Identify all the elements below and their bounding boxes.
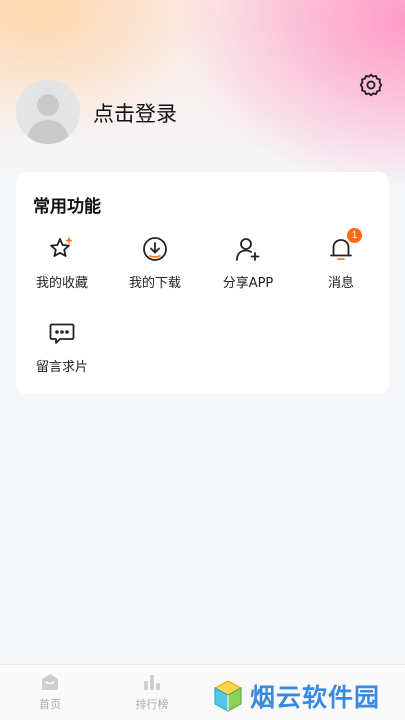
add-user-icon: [233, 234, 263, 264]
share-app-label: 分享APP: [222, 276, 274, 291]
tab-home-label: 首页: [39, 698, 61, 711]
request-movie-button[interactable]: 留言求片: [16, 318, 108, 382]
favorites-button[interactable]: 我的收藏: [16, 234, 108, 298]
downloads-label: 我的下载: [128, 276, 181, 291]
cube-logo-icon: [213, 680, 243, 712]
star-sparkle-icon: [47, 234, 77, 264]
download-icon: [140, 234, 170, 264]
bell-icon: 1: [326, 228, 362, 264]
tab-home[interactable]: 首页: [20, 671, 80, 712]
watermark: 烟云软件园: [212, 676, 402, 716]
tab-ranking[interactable]: 排行榜: [122, 671, 182, 712]
section-title: 常用功能: [33, 197, 101, 217]
favorites-label: 我的收藏: [35, 276, 88, 291]
share-app-button[interactable]: 分享APP: [202, 234, 294, 298]
user-silhouette-icon: [16, 80, 80, 144]
gear-icon: [359, 73, 383, 97]
messages-button[interactable]: 1 消息: [295, 228, 387, 298]
messages-label: 消息: [327, 276, 354, 291]
common-functions-card: 常用功能 我的收藏 我的下载 分享APP 1 消息 留言求片: [16, 172, 389, 394]
home-icon: [42, 674, 58, 690]
message-dots-icon: [47, 318, 77, 348]
avatar[interactable]: [16, 80, 80, 144]
downloads-button[interactable]: 我的下载: [109, 234, 201, 298]
watermark-text: 烟云软件园: [250, 683, 381, 712]
login-link[interactable]: 点击登录: [93, 100, 177, 128]
settings-button[interactable]: [356, 70, 386, 100]
tab-ranking-label: 排行榜: [135, 698, 169, 711]
notification-badge: 1: [347, 228, 362, 243]
ranking-icon: [144, 675, 160, 690]
request-movie-label: 留言求片: [35, 360, 88, 375]
